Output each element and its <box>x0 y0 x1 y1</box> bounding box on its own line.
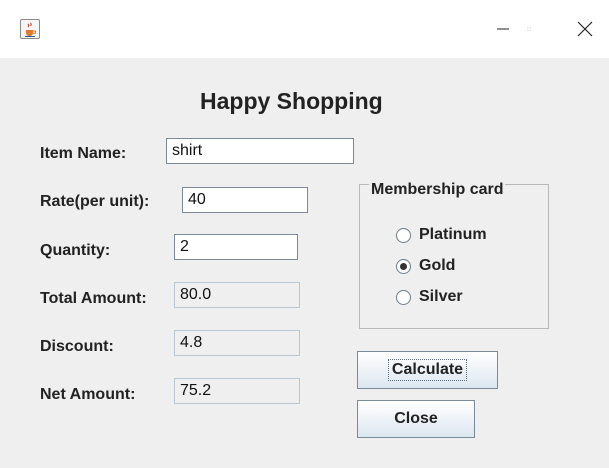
radio-silver-circle[interactable] <box>396 289 411 305</box>
net-amount-field: 75.2 <box>174 378 300 404</box>
net-amount-label: Net Amount: <box>40 386 136 403</box>
total-amount-label: Total Amount: <box>40 290 147 307</box>
item-name-input[interactable]: shirt <box>166 138 354 164</box>
radio-platinum[interactable]: Platinum <box>396 226 487 244</box>
calculate-button-label: Calculate <box>387 359 468 381</box>
radio-platinum-circle[interactable] <box>396 227 411 243</box>
radio-gold-circle[interactable] <box>396 258 411 274</box>
rate-input[interactable]: 40 <box>182 187 308 213</box>
quantity-input[interactable]: 2 <box>174 234 298 260</box>
close-button-label: Close <box>394 410 438 427</box>
membership-card-title: Membership card <box>369 181 506 199</box>
radio-platinum-label: Platinum <box>419 226 487 243</box>
title-bar <box>0 0 609 58</box>
close-window-button[interactable] <box>562 14 608 44</box>
close-icon <box>577 21 593 37</box>
total-amount-field: 80.0 <box>174 282 300 308</box>
page-title: Happy Shopping <box>200 88 383 114</box>
maximize-button[interactable] <box>485 14 531 44</box>
rate-label: Rate(per unit): <box>40 193 150 210</box>
discount-field: 4.8 <box>174 330 300 356</box>
radio-silver[interactable]: Silver <box>396 288 463 306</box>
radio-gold[interactable]: Gold <box>396 257 455 275</box>
quantity-label: Quantity: <box>40 242 111 259</box>
maximize-icon <box>527 27 531 31</box>
item-name-label: Item Name: <box>40 145 127 162</box>
calculate-button[interactable]: Calculate <box>357 351 498 389</box>
app-window: Happy Shopping Item Name: shirt Rate(per… <box>0 0 609 468</box>
java-cup-icon <box>20 19 40 39</box>
discount-label: Discount: <box>40 338 114 355</box>
radio-silver-label: Silver <box>419 288 463 305</box>
close-button[interactable]: Close <box>357 400 475 438</box>
radio-gold-label: Gold <box>419 257 456 274</box>
